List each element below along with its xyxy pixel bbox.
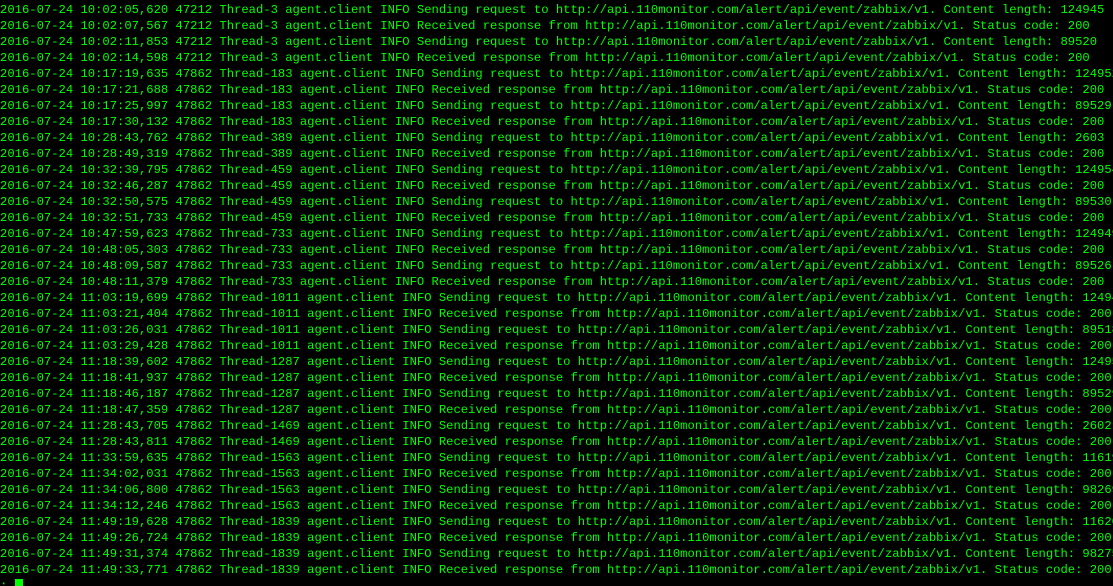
log-line: 2016-07-24 10:48:05,303 47862 Thread-733… [0, 242, 1113, 258]
log-line: 2016-07-24 10:32:51,733 47862 Thread-459… [0, 210, 1113, 226]
log-line: 2016-07-24 10:17:25,997 47862 Thread-183… [0, 98, 1113, 114]
log-line: 2016-07-24 11:03:19,699 47862 Thread-101… [0, 290, 1113, 306]
log-line: 2016-07-24 10:02:11,853 47212 Thread-3 a… [0, 34, 1113, 50]
log-line: 2016-07-24 11:34:06,800 47862 Thread-156… [0, 482, 1113, 498]
log-line: 2016-07-24 10:17:30,132 47862 Thread-183… [0, 114, 1113, 130]
log-line: 2016-07-24 11:03:21,404 47862 Thread-101… [0, 306, 1113, 322]
log-line: 2016-07-24 11:49:31,374 47862 Thread-183… [0, 546, 1113, 562]
terminal-output[interactable]: 2016-07-24 10:02:05,620 47212 Thread-3 a… [0, 0, 1113, 586]
log-line: 2016-07-24 11:03:29,428 47862 Thread-101… [0, 338, 1113, 354]
log-line: 2016-07-24 11:28:43,811 47862 Thread-146… [0, 434, 1113, 450]
log-line: 2016-07-24 10:02:07,567 47212 Thread-3 a… [0, 18, 1113, 34]
log-line: 2016-07-24 10:28:49,319 47862 Thread-389… [0, 146, 1113, 162]
log-line: 2016-07-24 11:28:43,705 47862 Thread-146… [0, 418, 1113, 434]
log-line: 2016-07-24 11:33:59,635 47862 Thread-156… [0, 450, 1113, 466]
log-line: 2016-07-24 11:34:12,246 47862 Thread-156… [0, 498, 1113, 514]
log-line: 2016-07-24 10:47:59,623 47862 Thread-733… [0, 226, 1113, 242]
log-line: 2016-07-24 10:32:39,795 47862 Thread-459… [0, 162, 1113, 178]
log-line: 2016-07-24 11:49:26,724 47862 Thread-183… [0, 530, 1113, 546]
log-line: 2016-07-24 11:34:02,031 47862 Thread-156… [0, 466, 1113, 482]
log-line: 2016-07-24 11:49:19,628 47862 Thread-183… [0, 514, 1113, 530]
log-line: 2016-07-24 10:02:05,620 47212 Thread-3 a… [0, 2, 1113, 18]
log-line: 2016-07-24 11:18:47,359 47862 Thread-128… [0, 402, 1113, 418]
log-line: 2016-07-24 11:49:33,771 47862 Thread-183… [0, 562, 1113, 578]
log-line: 2016-07-24 10:28:43,762 47862 Thread-389… [0, 130, 1113, 146]
prompt-line[interactable]: : [0, 578, 1113, 586]
prompt-symbol: : [0, 579, 15, 586]
log-line: 2016-07-24 11:18:39,602 47862 Thread-128… [0, 354, 1113, 370]
log-line: 2016-07-24 11:18:41,937 47862 Thread-128… [0, 370, 1113, 386]
log-line: 2016-07-24 10:32:50,575 47862 Thread-459… [0, 194, 1113, 210]
log-line: 2016-07-24 10:17:19,635 47862 Thread-183… [0, 66, 1113, 82]
log-line: 2016-07-24 10:32:46,287 47862 Thread-459… [0, 178, 1113, 194]
log-line: 2016-07-24 10:02:14,598 47212 Thread-3 a… [0, 50, 1113, 66]
log-line: 2016-07-24 11:03:26,031 47862 Thread-101… [0, 322, 1113, 338]
log-line: 2016-07-24 10:17:21,688 47862 Thread-183… [0, 82, 1113, 98]
cursor-icon [15, 579, 23, 586]
log-line: 2016-07-24 10:48:09,587 47862 Thread-733… [0, 258, 1113, 274]
log-line: 2016-07-24 10:48:11,379 47862 Thread-733… [0, 274, 1113, 290]
log-line: 2016-07-24 11:18:46,187 47862 Thread-128… [0, 386, 1113, 402]
